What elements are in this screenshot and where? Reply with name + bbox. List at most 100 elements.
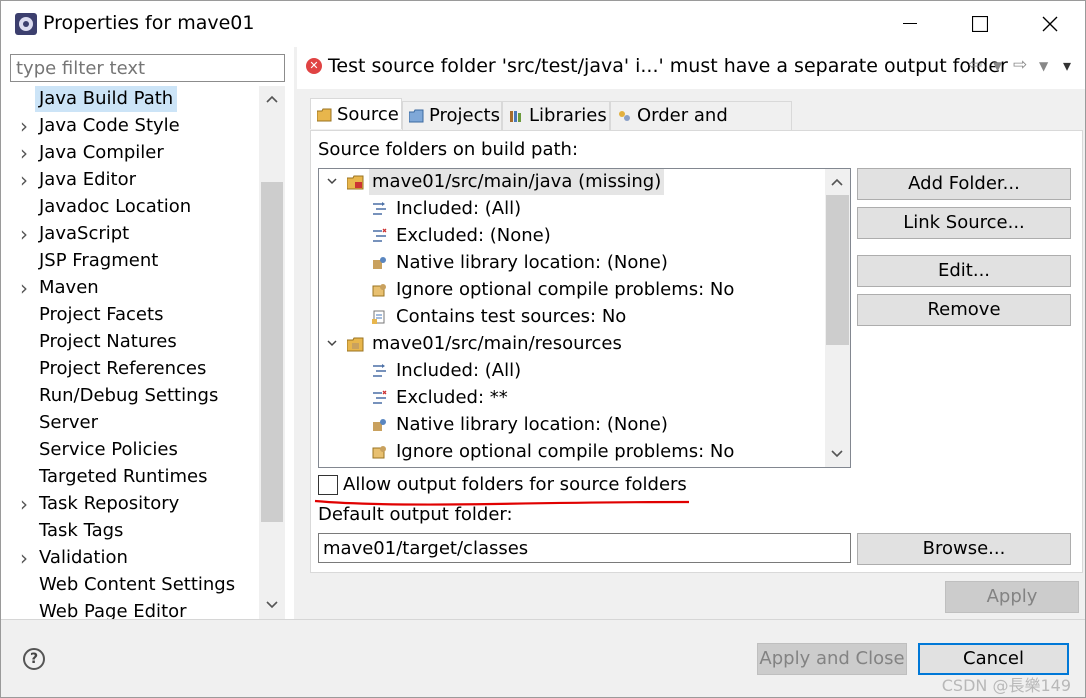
nav-item-label: Web Content Settings <box>39 574 236 595</box>
scroll-down-arrow-icon[interactable] <box>261 594 283 616</box>
nav-item-label: Javadoc Location <box>39 196 192 217</box>
properties-dialog: Properties for mave01 Java Build Path›Ja… <box>0 0 1086 698</box>
tab-libraries[interactable]: Libraries <box>502 101 610 131</box>
source-row-label: Ignore optional compile problems: No <box>396 441 735 462</box>
nav-item[interactable]: Targeted Runtimes <box>1 464 259 491</box>
nav-item[interactable]: Run/Debug Settings <box>1 383 259 410</box>
ignore-problems-icon <box>372 284 386 297</box>
collapse-chevron-icon[interactable] <box>325 169 339 195</box>
tab-order-and-export[interactable]: Order and Export <box>610 101 792 154</box>
view-menu-icon[interactable]: ▾ <box>1063 56 1071 75</box>
nav-item-label: Project Natures <box>39 331 177 352</box>
edit-button[interactable]: Edit... <box>857 255 1071 287</box>
nav-item[interactable]: JSP Fragment <box>1 248 259 275</box>
tab-source[interactable]: Source <box>310 98 402 129</box>
nav-item-label: Project Facets <box>39 304 164 325</box>
nav-item-label: Run/Debug Settings <box>39 385 219 406</box>
inclusion-filter-icon <box>373 202 386 215</box>
scroll-up-arrow-icon[interactable] <box>261 88 283 110</box>
native-library-icon <box>373 257 386 269</box>
back-arrow-icon[interactable]: ⇦ <box>968 55 982 75</box>
scroll-down-arrow-icon[interactable] <box>826 443 848 465</box>
nav-item[interactable]: › Java Code Style <box>1 113 259 140</box>
error-message: Test source folder 'src/test/java' i...'… <box>328 55 1008 77</box>
expand-chevron-icon[interactable]: › <box>18 545 30 571</box>
nav-item[interactable]: › Maven <box>1 275 259 302</box>
nav-item-label: Java Editor <box>39 169 137 190</box>
nav-item[interactable]: Java Build Path <box>1 86 259 113</box>
nav-item[interactable]: › Task Repository <box>1 491 259 518</box>
nav-item[interactable]: › JavaScript <box>1 221 259 248</box>
nav-scrollbar[interactable] <box>259 86 285 619</box>
apply-and-close-button[interactable]: Apply and Close <box>757 643 907 675</box>
apply-button[interactable]: Apply <box>945 581 1079 613</box>
nav-item-label: Web Page Editor <box>39 601 187 619</box>
nav-item[interactable]: Web Content Settings <box>1 572 259 599</box>
nav-item-label: Java Build Path <box>35 86 178 112</box>
cancel-button[interactable]: Cancel <box>918 643 1069 675</box>
tab-projects[interactable]: Projects <box>402 101 502 131</box>
nav-item-label: Project References <box>39 358 207 379</box>
nav-item[interactable]: › Validation <box>1 545 259 572</box>
nav-item[interactable]: Web Page Editor <box>1 599 259 619</box>
nav-item[interactable]: Service Policies <box>1 437 259 464</box>
csdn-watermark: CSDN @長樂149 <box>941 676 1071 695</box>
expand-chevron-icon[interactable]: › <box>18 140 30 166</box>
order-export-icon <box>619 111 630 121</box>
minimize-icon <box>903 23 917 24</box>
nav-item[interactable]: Project Natures <box>1 329 259 356</box>
scroll-up-arrow-icon[interactable] <box>826 171 848 193</box>
source-tree-scrollbar[interactable] <box>825 169 850 467</box>
source-row-label: Included: (All) <box>396 360 522 381</box>
allow-output-folders-label[interactable]: Allow output folders for source folders <box>343 474 687 495</box>
browse-button[interactable]: Browse... <box>857 533 1071 565</box>
allow-output-folders-checkbox[interactable] <box>318 475 338 495</box>
expand-chevron-icon[interactable]: › <box>18 275 30 301</box>
source-row-label: mave01/src/main/java (missing) <box>369 169 665 195</box>
default-output-folder-label: Default output folder: <box>318 504 513 525</box>
close-button[interactable] <box>1015 1 1085 47</box>
maximize-button[interactable] <box>945 1 1015 47</box>
source-row-label: Excluded: (None) <box>396 225 551 246</box>
back-dropdown-icon[interactable]: ▼ <box>993 59 1002 73</box>
source-row-label: Ignore optional compile problems: No <box>396 279 735 300</box>
expand-chevron-icon[interactable]: › <box>18 221 30 247</box>
filter-input[interactable] <box>10 54 285 82</box>
expand-chevron-icon[interactable]: › <box>18 113 30 139</box>
source-row-label: Native library location: (None) <box>396 252 668 273</box>
expand-chevron-icon[interactable]: › <box>18 167 30 193</box>
message-bar: ✕ Test source folder 'src/test/java' i..… <box>297 47 1085 89</box>
collapse-chevron-icon[interactable] <box>325 331 339 357</box>
forward-arrow-icon[interactable]: ⇨ <box>1013 55 1027 75</box>
default-output-folder-input[interactable] <box>318 533 851 563</box>
nav-item-label: JavaScript <box>39 223 130 244</box>
window-title: Properties for mave01 <box>43 12 255 34</box>
help-icon[interactable]: ? <box>23 648 45 670</box>
missing-package-folder-icon <box>347 175 364 190</box>
source-row-label: Contains test sources: No <box>396 306 627 327</box>
nav-item-label: Task Tags <box>39 520 124 541</box>
nav-item[interactable]: › Java Editor <box>1 167 259 194</box>
link-source-button[interactable]: Link Source... <box>857 207 1071 239</box>
source-row-label: Included: (All) <box>396 198 522 219</box>
nav-item[interactable]: Javadoc Location <box>1 194 259 221</box>
nav-scroll-thumb[interactable] <box>261 182 283 522</box>
minimize-button[interactable] <box>875 1 945 47</box>
source-tree-scroll-thumb[interactable] <box>826 195 849 345</box>
projects-icon <box>409 109 424 123</box>
source-folders-tree[interactable]: mave01/src/main/java (missing) Included: … <box>318 168 851 468</box>
nav-item[interactable]: Server <box>1 410 259 437</box>
nav-item[interactable]: › Java Compiler <box>1 140 259 167</box>
properties-tree: Java Build Path › Java Code Style › Java Com… <box>1 86 259 619</box>
nav-item-label: Server <box>39 412 99 433</box>
add-folder-button[interactable]: Add Folder... <box>857 168 1071 200</box>
forward-dropdown-icon[interactable]: ▼ <box>1039 59 1048 73</box>
nav-item[interactable]: Project References <box>1 356 259 383</box>
expand-chevron-icon[interactable]: › <box>18 491 30 517</box>
tab-projects-label: Projects <box>429 105 500 126</box>
nav-item[interactable]: Project Facets <box>1 302 259 329</box>
nav-item[interactable]: Task Tags <box>1 518 259 545</box>
nav-item-label: Maven <box>39 277 99 298</box>
remove-button[interactable]: Remove <box>857 294 1071 326</box>
java-build-path-page: ✕ Test source folder 'src/test/java' i..… <box>297 47 1085 619</box>
